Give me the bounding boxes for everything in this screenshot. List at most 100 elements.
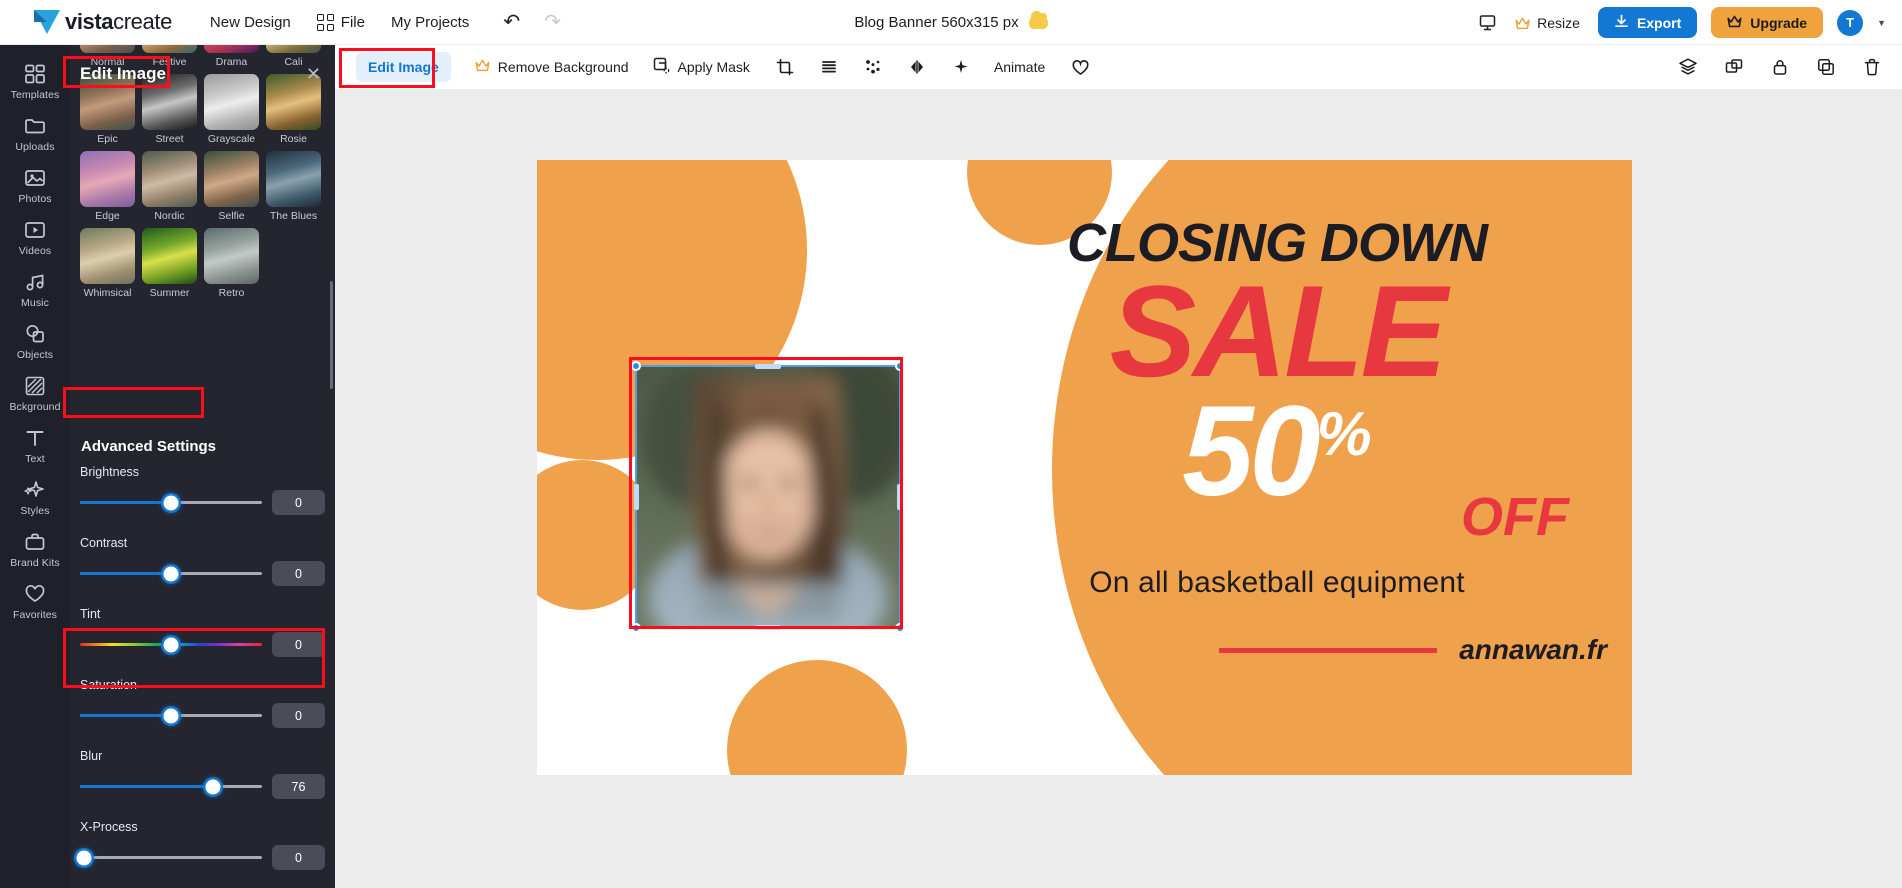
tab-edit-image-label: Edit Image [368, 59, 439, 75]
remove-background-button[interactable]: Remove Background [475, 59, 629, 75]
brightness-slider-track[interactable] [80, 495, 262, 510]
filter-thumbnail [266, 45, 321, 53]
contrast-slider-thumb[interactable] [163, 566, 179, 581]
resize-handle-left[interactable] [634, 484, 639, 510]
vistacreate-logo[interactable]: vistacreate [34, 9, 172, 35]
resize-handle-top-left[interactable] [631, 361, 641, 371]
animate-button[interactable]: Animate [994, 59, 1045, 75]
brand-name-bold: vista [65, 9, 114, 34]
lock-icon[interactable] [1770, 57, 1790, 77]
resize-handle-bottom[interactable] [755, 625, 781, 630]
sidebar-item-videos[interactable]: Videos [0, 211, 70, 263]
sidebar-item-label: Photos [18, 193, 52, 205]
blur-slider-track[interactable] [80, 779, 262, 794]
banner-discount-percent: % [1316, 399, 1372, 469]
nav-file[interactable]: File [316, 13, 365, 31]
avatar[interactable]: T [1837, 9, 1864, 36]
brightness-value[interactable]: 0 [272, 490, 325, 515]
filter-item[interactable]: Epic [80, 74, 135, 145]
x-process-slider-track[interactable] [76, 850, 262, 865]
upgrade-button[interactable]: Upgrade [1711, 7, 1824, 38]
panel-scrollbar[interactable] [330, 281, 333, 389]
transparency-icon[interactable] [864, 58, 882, 76]
redo-icon[interactable]: ↷ [544, 12, 561, 32]
layers-icon[interactable] [1678, 57, 1698, 77]
canvas-stage[interactable]: CLOSING DOWN SALE 50 % OFF On all basket… [335, 90, 1902, 888]
saturation-slider-track[interactable] [80, 708, 262, 723]
flip-icon[interactable] [908, 58, 926, 76]
panel-scroll-area[interactable]: Normal Festive Drama Cali Epic Street Gr… [70, 45, 335, 888]
filter-item[interactable]: Grayscale [204, 74, 259, 145]
banner-sale-text[interactable]: SALE [937, 266, 1617, 396]
filter-item[interactable]: Summer [142, 228, 197, 299]
sidebar-item-text[interactable]: Text [0, 419, 70, 471]
filter-item[interactable]: Drama [204, 45, 259, 68]
tint-slider-thumb[interactable] [163, 637, 179, 652]
apply-mask-button[interactable]: Apply Mask [653, 57, 750, 77]
nav-my-projects-label: My Projects [390, 13, 470, 31]
filter-thumbnail [142, 151, 197, 207]
position-icon[interactable] [1724, 57, 1744, 77]
filter-item[interactable]: Retro [204, 228, 259, 299]
tint-slider-track[interactable] [80, 637, 262, 652]
filter-item[interactable]: Selfie [204, 151, 259, 222]
sidebar-item-background[interactable]: Bckground [0, 367, 70, 419]
undo-icon[interactable]: ↶ [503, 12, 520, 32]
resize-handle-top[interactable] [755, 364, 781, 369]
filter-item[interactable]: Nordic [142, 151, 197, 222]
tab-edit-image[interactable]: Edit Image [356, 52, 451, 82]
brightness-slider-thumb[interactable] [163, 495, 179, 510]
background-icon [25, 376, 45, 396]
tint-value[interactable]: 0 [272, 632, 325, 657]
sidebar-item-styles[interactable]: Styles [0, 471, 70, 523]
saturation-value[interactable]: 0 [272, 703, 325, 728]
slider-row-saturation: Saturation 0 [70, 678, 335, 728]
sidebar-item-label: Templates [10, 89, 60, 101]
filter-item[interactable]: Edge [80, 151, 135, 222]
saturation-slider-thumb[interactable] [163, 708, 179, 723]
filter-thumbnail [80, 45, 135, 53]
resize-handle-bottom-left[interactable] [631, 623, 641, 633]
sidebar-item-uploads[interactable]: Uploads [0, 107, 70, 159]
heart-icon[interactable] [1071, 58, 1090, 77]
filter-label: Street [155, 133, 184, 145]
sidebar-item-templates[interactable]: Templates [0, 55, 70, 107]
x-process-slider-thumb[interactable] [76, 850, 92, 865]
video-icon [25, 222, 45, 238]
x-process-value[interactable]: 0 [272, 845, 325, 870]
resize-handle-right[interactable] [897, 484, 902, 510]
crown-icon [1515, 17, 1530, 29]
trash-icon[interactable] [1862, 57, 1882, 77]
sidebar-item-favorites[interactable]: Favorites [0, 575, 70, 627]
lines-icon[interactable] [820, 58, 838, 76]
contrast-slider-track[interactable] [80, 566, 262, 581]
resize-handle-top-right[interactable] [895, 361, 905, 371]
sidebar-item-label: Brand Kits [10, 557, 60, 569]
duplicate-icon[interactable] [1816, 57, 1836, 77]
chevron-down-icon[interactable]: ▼ [1877, 18, 1886, 28]
sidebar-item-photos[interactable]: Photos [0, 159, 70, 211]
resize-handle-bottom-right[interactable] [895, 623, 905, 633]
presentation-icon[interactable] [1478, 13, 1497, 32]
blur-value[interactable]: 76 [272, 774, 325, 799]
resize-button[interactable]: Resize [1511, 15, 1584, 31]
filter-item[interactable]: The Blues [266, 151, 321, 222]
sidebar-item-brand-kits[interactable]: Brand Kits [0, 523, 70, 575]
nav-new-design[interactable]: New Design [210, 14, 291, 31]
banner-subtitle[interactable]: On all basketball equipment [937, 566, 1617, 600]
sidebar-item-objects[interactable]: Objects [0, 315, 70, 367]
blur-slider-thumb[interactable] [205, 779, 221, 794]
close-icon[interactable]: ✕ [306, 64, 321, 85]
banner-website[interactable]: annawan.fr [1459, 634, 1607, 666]
selected-image-element[interactable] [631, 361, 905, 633]
magic-wand-icon[interactable] [952, 58, 970, 76]
export-button[interactable]: Export [1597, 7, 1698, 38]
background-shape [727, 660, 907, 775]
contrast-value[interactable]: 0 [272, 561, 325, 586]
sidebar-item-music[interactable]: Music [0, 263, 70, 315]
filter-item[interactable]: Street [142, 74, 197, 145]
crop-icon[interactable] [776, 58, 794, 76]
top-bar: vistacreate New Design File My Projects … [0, 0, 1902, 45]
nav-my-projects[interactable]: My Projects [391, 14, 469, 31]
filter-item[interactable]: Whimsical [80, 228, 135, 299]
